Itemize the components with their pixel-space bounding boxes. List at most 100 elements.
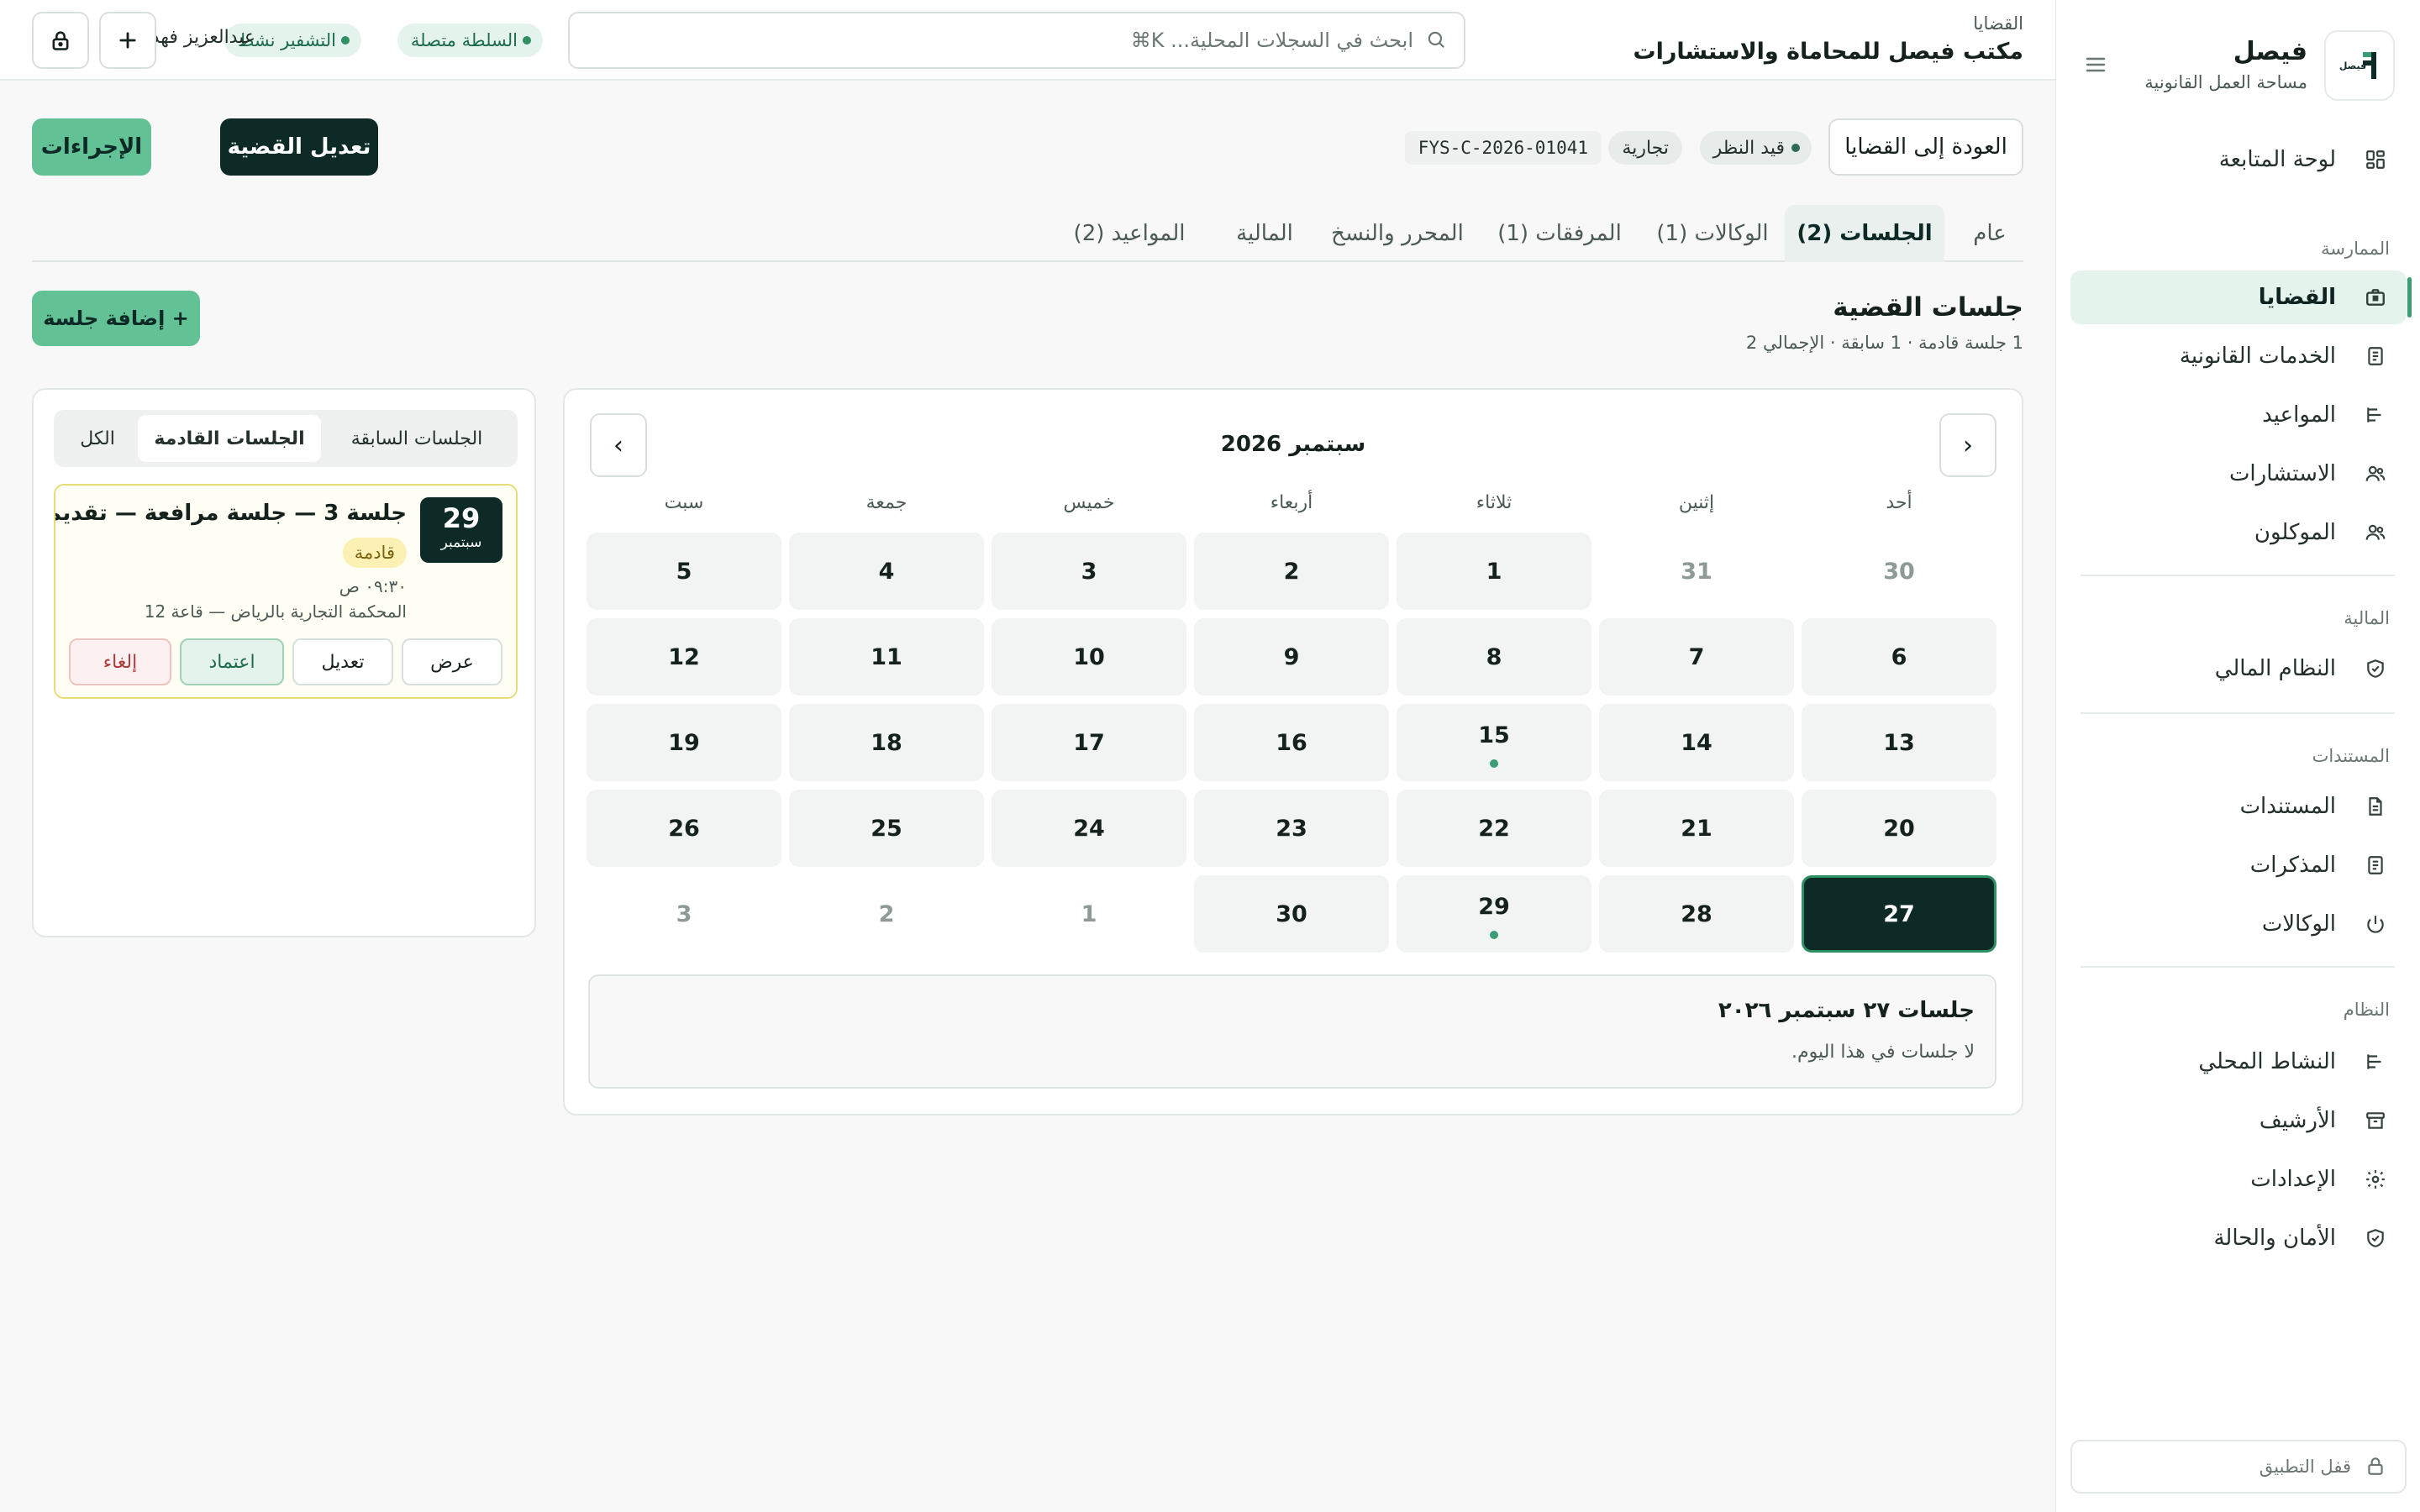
sidebar-item-security[interactable]: الأمان والحالة xyxy=(2070,1211,2407,1265)
approve-session-button[interactable]: اعتماد xyxy=(180,638,284,685)
main-content: العودة إلى القضايا قيد النظر تجارية FYS-… xyxy=(0,81,2055,1512)
back-to-cases-button[interactable]: العودة إلى القضايا xyxy=(1828,118,2023,176)
cancel-session-button[interactable]: إلغاء xyxy=(69,638,171,685)
session-card[interactable]: 29 سبتمبر جلسة 3 — جلسة مرافعة — تقديم ا… xyxy=(54,484,518,699)
calendar-day[interactable]: 7 xyxy=(1599,618,1794,696)
calendar-day[interactable]: 19 xyxy=(587,704,781,781)
weekday-label: سبت xyxy=(664,492,704,513)
edit-case-button[interactable]: تعديل القضية xyxy=(220,118,378,176)
tab-powers[interactable]: الوكالات (1) xyxy=(1645,205,1780,262)
calendar-day[interactable]: 12 xyxy=(587,618,781,696)
sidebar-item-clients[interactable]: الموكلون xyxy=(2070,506,2407,559)
sidebar-item-label: الاستشارات xyxy=(2228,461,2336,486)
calendar-day[interactable]: 23 xyxy=(1194,790,1389,867)
sidebar-item-financial-system[interactable]: النظام المالي xyxy=(2070,642,2407,696)
filter-all[interactable]: الكل xyxy=(59,415,136,462)
sidebar-item-dashboard[interactable]: لوحة المتابعة xyxy=(2070,133,2407,186)
calendar-day[interactable]: 3 xyxy=(587,875,781,953)
search-input[interactable]: ابحث في السجلات المحلية... K⌘ xyxy=(568,12,1465,69)
calendar-day[interactable]: 28 xyxy=(1599,875,1794,953)
calendar-day[interactable]: 15 xyxy=(1397,704,1591,781)
breadcrumb[interactable]: القضايا xyxy=(1973,13,2023,34)
sidebar-item-settings[interactable]: الإعدادات xyxy=(2070,1152,2407,1206)
calendar-day[interactable]: 5 xyxy=(587,533,781,610)
sidebar-item-powers[interactable]: الوكالات xyxy=(2070,897,2407,951)
calendar-day[interactable]: 8 xyxy=(1397,618,1591,696)
case-tabs: عام الجلسات (2) الوكالات (1) المرفقات (1… xyxy=(32,205,2023,262)
sidebar-item-documents[interactable]: المستندات xyxy=(2070,780,2407,833)
tab-attachments[interactable]: المرفقات (1) xyxy=(1484,205,1635,262)
archive-icon xyxy=(2363,1108,2388,1133)
calendar-day-number: 19 xyxy=(668,729,700,756)
calendar-next-button[interactable]: › xyxy=(590,413,647,477)
calendar-day[interactable]: 2 xyxy=(789,875,984,953)
sidebar-item-memos[interactable]: المذكرات xyxy=(2070,838,2407,892)
calendar-day-selected[interactable]: 27 xyxy=(1802,875,1996,953)
user-name[interactable]: عبدالعزيز فهد xyxy=(151,27,255,48)
filter-past[interactable]: الجلسات السابقة xyxy=(321,415,513,462)
session-date: 29 سبتمبر xyxy=(420,497,502,563)
calendar-day[interactable]: 4 xyxy=(789,533,984,610)
sidebar-item-label: الموكلون xyxy=(2254,520,2336,545)
tab-sessions[interactable]: الجلسات (2) xyxy=(1785,205,1944,262)
calendar-day[interactable]: 11 xyxy=(789,618,984,696)
tab-finance[interactable]: المالية xyxy=(1218,205,1311,262)
calendar-day-number: 30 xyxy=(1276,900,1307,927)
case-status-badge: قيد النظر xyxy=(1699,131,1812,165)
calendar-day[interactable]: 22 xyxy=(1397,790,1591,867)
sidebar-item-appointments[interactable]: المواعيد xyxy=(2070,388,2407,442)
calendar-day[interactable]: 18 xyxy=(789,704,984,781)
calendar-day[interactable]: 14 xyxy=(1599,704,1794,781)
calendar-day-number: 29 xyxy=(1478,894,1510,920)
calendar-day[interactable]: 24 xyxy=(992,790,1186,867)
logo-text: فيصل xyxy=(2339,60,2366,71)
tab-editor[interactable]: المحرر والنسخ xyxy=(1319,205,1476,262)
brand-name: فيصل xyxy=(2233,37,2307,66)
calendar-day[interactable]: 13 xyxy=(1802,704,1996,781)
calendar-day[interactable]: 16 xyxy=(1194,704,1389,781)
sidebar-item-cases[interactable]: القضايا xyxy=(2070,270,2412,324)
calendar-day[interactable]: 30 xyxy=(1194,875,1389,953)
event-dot-icon xyxy=(1490,759,1498,768)
sidebar-item-legal-services[interactable]: الخدمات القانونية xyxy=(2070,329,2407,383)
sidebar-item-consultations[interactable]: الاستشارات xyxy=(2070,447,2407,501)
calendar-day[interactable]: 3 xyxy=(992,533,1186,610)
tab-general[interactable]: عام xyxy=(1956,205,2023,262)
calendar-day[interactable]: 1 xyxy=(992,875,1186,953)
calendar-day[interactable]: 21 xyxy=(1599,790,1794,867)
add-session-button[interactable]: + إضافة جلسة xyxy=(32,291,200,346)
calendar-day[interactable]: 25 xyxy=(789,790,984,867)
calendar-day[interactable]: 30 xyxy=(1802,533,1996,610)
filter-upcoming[interactable]: الجلسات القادمة xyxy=(138,415,321,462)
calendar-day[interactable]: 20 xyxy=(1802,790,1996,867)
calendar-day[interactable]: 10 xyxy=(992,618,1186,696)
sessions-filter: الجلسات السابقة الجلسات القادمة الكل xyxy=(54,410,518,467)
calendar-day-number: 27 xyxy=(1883,900,1915,927)
actions-button[interactable]: الإجراءات xyxy=(32,118,151,176)
add-button[interactable] xyxy=(99,12,156,69)
calendar-day-number: 1 xyxy=(1486,558,1502,585)
sidebar-item-archive[interactable]: الأرشيف xyxy=(2070,1094,2407,1147)
sidebar-item-label: المستندات xyxy=(2239,794,2336,819)
edit-session-button[interactable]: تعديل xyxy=(292,638,393,685)
lock-button[interactable] xyxy=(32,12,89,69)
menu-toggle-icon[interactable] xyxy=(2083,52,2108,77)
session-place: المحكمة التجارية بالرياض — قاعة 12 xyxy=(144,601,407,622)
calendar-day[interactable]: 6 xyxy=(1802,618,1996,696)
tab-appointments[interactable]: المواعيد (2) xyxy=(1054,205,1205,262)
sessions-list-card: الجلسات السابقة الجلسات القادمة الكل 29 … xyxy=(32,388,536,937)
lock-app-button[interactable]: قفل التطبيق xyxy=(2070,1440,2407,1494)
view-session-button[interactable]: عرض xyxy=(402,638,502,685)
calendar-day[interactable]: 2 xyxy=(1194,533,1389,610)
selected-day-empty: لا جلسات في هذا اليوم. xyxy=(1791,1042,1975,1063)
calendar-day[interactable]: 29 xyxy=(1397,875,1591,953)
calendar-day[interactable]: 17 xyxy=(992,704,1186,781)
sidebar: فيصل فيصل مساحة العمل القانونية لوحة الم… xyxy=(2055,0,2420,1512)
section-documents: المستندات xyxy=(2312,746,2390,766)
calendar-day[interactable]: 9 xyxy=(1194,618,1389,696)
calendar-day[interactable]: 26 xyxy=(587,790,781,867)
power-icon xyxy=(2363,911,2388,937)
sidebar-item-local-activity[interactable]: النشاط المحلي xyxy=(2070,1035,2407,1089)
calendar-day[interactable]: 31 xyxy=(1599,533,1794,610)
calendar-day[interactable]: 1 xyxy=(1397,533,1591,610)
